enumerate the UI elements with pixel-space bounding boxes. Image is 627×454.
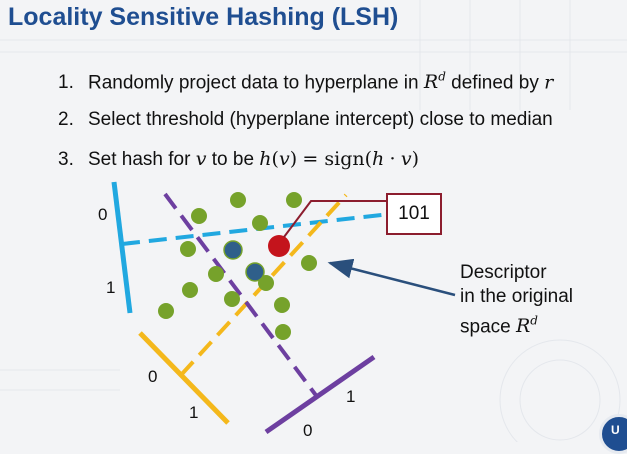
purple-label-1: 1 <box>346 387 356 406</box>
yellow-label-1: 1 <box>189 403 199 422</box>
data-point <box>158 303 174 319</box>
data-point <box>208 266 224 282</box>
hash-code: 101 <box>398 203 430 224</box>
data-point-highlight <box>223 240 243 260</box>
descriptor-line-3: space Rd <box>460 314 538 338</box>
data-point <box>182 282 198 298</box>
descriptor-point <box>268 235 290 257</box>
descriptor-arrow <box>327 258 456 297</box>
slide: Locality Sensitive Hashing (LSH) 1. Rando… <box>0 0 627 454</box>
yellow-label-0: 0 <box>148 367 158 386</box>
data-point <box>286 192 302 208</box>
data-point <box>230 192 246 208</box>
purple-projection-axis <box>264 354 376 435</box>
cyan-projection-axis <box>111 181 133 314</box>
cyan-label-1: 1 <box>106 278 116 297</box>
descriptor-line-1: Descriptor <box>460 262 547 283</box>
data-point <box>191 208 207 224</box>
university-logo: U <box>599 414 627 454</box>
lsh-diagram <box>111 181 456 435</box>
data-point <box>274 297 290 313</box>
data-point <box>275 324 291 340</box>
hash-code-box: 101 <box>386 193 442 235</box>
data-points <box>158 192 317 340</box>
data-point <box>180 241 196 257</box>
descriptor-label: Descriptor in the original space Rd <box>460 261 573 339</box>
purple-label-0: 0 <box>303 421 313 440</box>
data-point <box>301 255 317 271</box>
data-point <box>252 215 268 231</box>
data-point-highlight <box>245 262 265 282</box>
descriptor-line-2: in the original <box>460 286 574 307</box>
cyan-label-0: 0 <box>98 205 108 224</box>
data-point <box>224 291 240 307</box>
